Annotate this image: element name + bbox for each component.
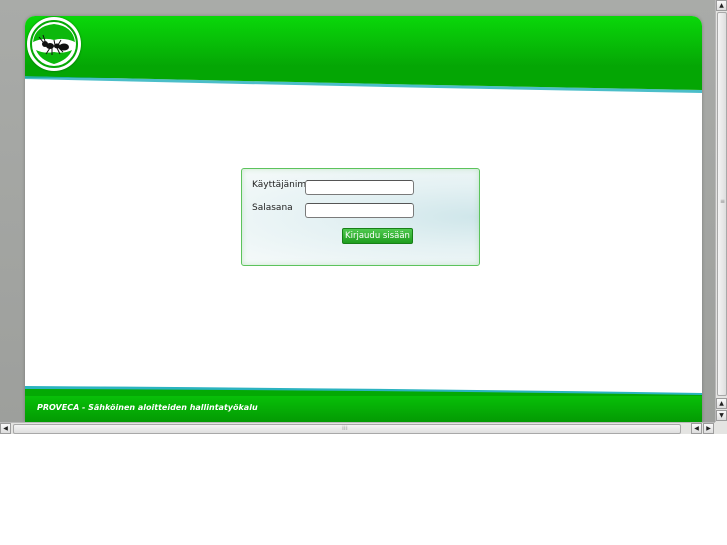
vertical-scroll-thumb[interactable]: ≡ xyxy=(717,12,727,396)
footer-text: PROVECA - Sähköinen aloitteiden hallinta… xyxy=(37,403,258,412)
password-field[interactable] xyxy=(305,203,414,218)
grip-icon: ⁞⁞⁞ xyxy=(342,425,348,432)
header-curve-decoration xyxy=(25,66,702,96)
arrow-right-icon[interactable]: ▶ xyxy=(703,423,714,434)
arrow-up-icon[interactable]: ▲ xyxy=(716,0,727,11)
arrow-up-icon[interactable]: ▲ xyxy=(716,398,727,409)
ant-logo-icon xyxy=(30,20,78,68)
logo[interactable] xyxy=(27,17,81,71)
arrow-left-icon[interactable]: ◀ xyxy=(691,423,702,434)
browser-viewport: Käyttäjänimi Salasana Kirjaudu sisään PR… xyxy=(0,0,715,422)
scrollbar-corner xyxy=(715,422,727,434)
footer-bar: PROVECA - Sähköinen aloitteiden hallinta… xyxy=(25,396,702,422)
login-form: Käyttäjänimi Salasana Kirjaudu sisään xyxy=(241,168,480,266)
arrow-left-icon[interactable]: ◀ xyxy=(0,423,11,434)
login-button[interactable]: Kirjaudu sisään xyxy=(342,228,413,244)
grip-icon: ≡ xyxy=(720,198,726,205)
password-label: Salasana xyxy=(252,203,293,213)
app-container: Käyttäjänimi Salasana Kirjaudu sisään PR… xyxy=(25,16,702,422)
username-label: Käyttäjänimi xyxy=(252,180,309,190)
horizontal-scroll-thumb[interactable]: ⁞⁞⁞ xyxy=(13,424,681,434)
vertical-scrollbar[interactable]: ▲ ≡ ▲ ▼ xyxy=(715,0,727,422)
arrow-down-icon[interactable]: ▼ xyxy=(716,410,727,421)
username-field[interactable] xyxy=(305,180,414,195)
horizontal-scrollbar[interactable]: ◀ ⁞⁞⁞ ◀ ▶ xyxy=(0,422,715,434)
